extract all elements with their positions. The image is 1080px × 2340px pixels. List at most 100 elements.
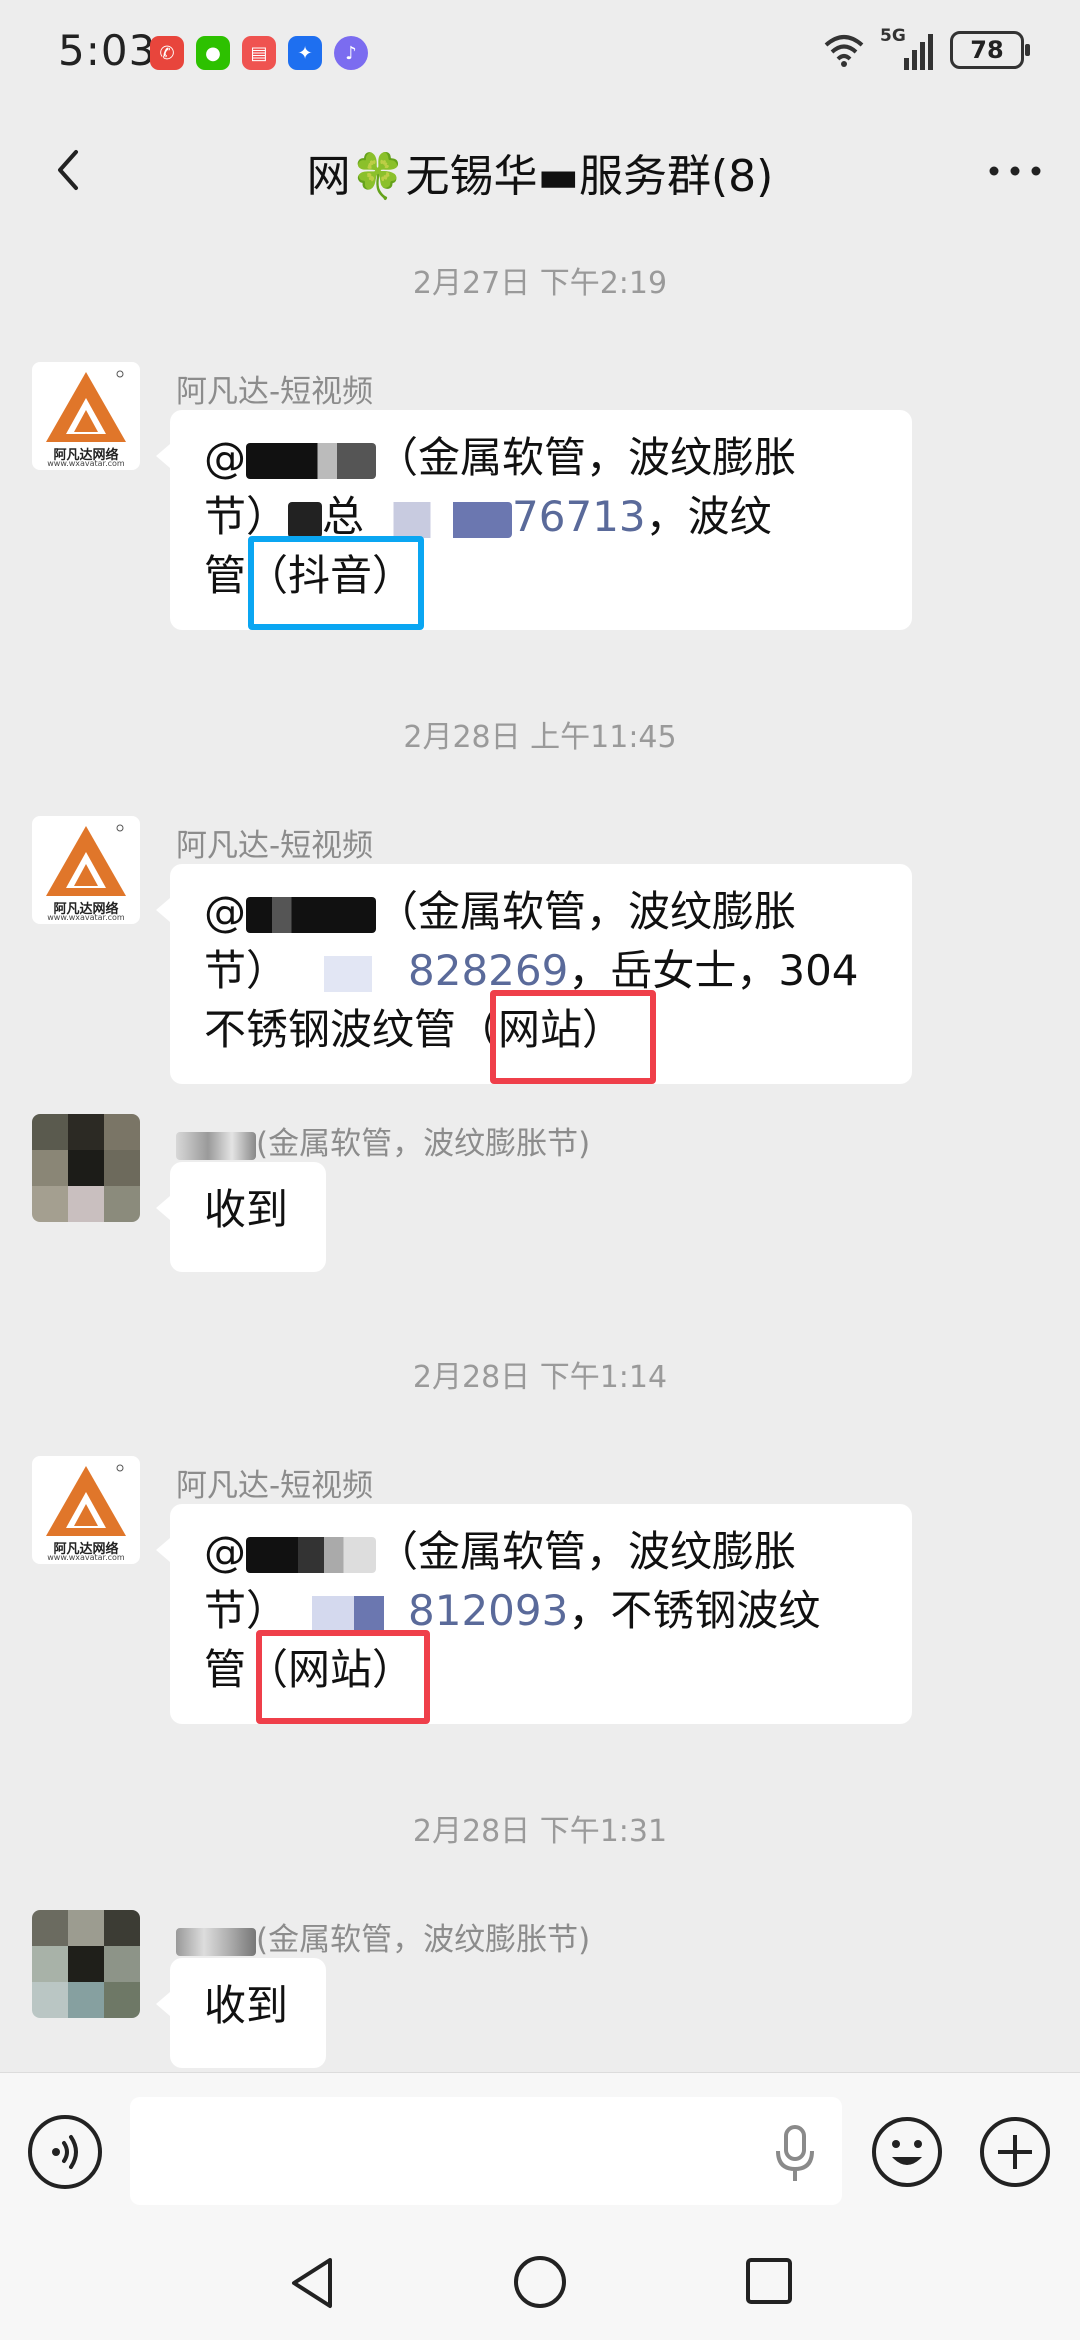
logo-url: www.wxavatar.com [47, 1553, 125, 1562]
message-timestamp: 2月28日 下午1:31 [412, 1814, 668, 1849]
chat-header: 网🍀无锡华▬服务群(8) [0, 110, 1080, 232]
message-text: 收到 [204, 1185, 289, 1234]
text-fragment: 节） [204, 946, 289, 995]
message-bubble[interactable]: 收到 [156, 1162, 326, 1272]
cellular-signal-icon: 5G [880, 26, 936, 70]
message-timestamp: 2月28日 上午11:45 [403, 720, 677, 755]
redacted-phone [288, 1595, 409, 1632]
avatar[interactable]: 阿凡达网络 www.wxavatar.com [32, 816, 140, 924]
message-line: 节） 828269，岳女士，304 [204, 941, 878, 1000]
redacted-name [246, 1536, 376, 1573]
nav-home-icon[interactable] [512, 2254, 568, 2310]
text-fragment: 总 [322, 492, 365, 541]
avatar-logo-icon [46, 1464, 126, 1536]
avatar[interactable]: 阿凡达网络 www.wxavatar.com [32, 1456, 140, 1564]
message-line: @ （金属软管，波纹膨胀 [204, 882, 878, 941]
chat-title: 网🍀无锡华▬服务群(8) [306, 151, 774, 202]
message-bubble[interactable]: 收到 [156, 1958, 326, 2068]
text-fragment: ，波纹 [645, 492, 772, 541]
text-fragment: 节） [204, 1586, 289, 1635]
notification-icons: ✆ ● ▤ ✦ ♪ [150, 36, 368, 70]
battery-icon: 78 [950, 31, 1030, 69]
text-fragment: 管 [204, 551, 247, 600]
chat-input-bar [0, 2072, 1080, 2228]
redacted-phone [288, 955, 409, 992]
redacted-phone [364, 501, 513, 538]
microphone-icon[interactable] [772, 2125, 818, 2183]
message-timestamp: 2月28日 下午1:14 [412, 1360, 668, 1395]
wechat-icon: ● [196, 36, 230, 70]
avatar[interactable] [32, 1114, 140, 1222]
phone-number-link[interactable]: 76713 [512, 492, 646, 541]
logo-url: www.wxavatar.com [47, 459, 125, 468]
message-line: @ （金属软管，波纹膨胀 [204, 428, 878, 487]
nav-back-icon[interactable] [284, 2254, 340, 2312]
message-line: 节） 总 76713，波纹 [204, 487, 878, 546]
message-line: @ （金属软管，波纹膨胀 [204, 1522, 878, 1581]
add-attachment-icon[interactable] [978, 2115, 1052, 2189]
network-type: 5G [880, 26, 906, 46]
redacted-name [288, 501, 323, 538]
message-line: 管（网站） [204, 1640, 878, 1699]
text-fragment: 管 [204, 1645, 247, 1694]
text-fragment: @ [204, 887, 246, 936]
redacted-name [176, 1927, 256, 1956]
redacted-name [176, 1131, 256, 1160]
message-line: 不锈钢波纹管（网站） [204, 1000, 878, 1059]
sender-name: 阿凡达-短视频 [176, 1468, 374, 1504]
logo-url: www.wxavatar.com [47, 913, 125, 922]
emoji-icon[interactable] [870, 2115, 944, 2189]
message-input[interactable] [130, 2097, 842, 2205]
wifi-icon [824, 35, 864, 67]
text-fragment: 不锈钢波纹管 [204, 1005, 457, 1054]
text-fragment: ，不锈钢波纹 [568, 1586, 821, 1635]
status-time: 5:03 [58, 26, 157, 75]
message-bubble[interactable]: @ （金属软管，波纹膨胀 节） 总 76713，波纹 管（抖音） [156, 410, 912, 630]
message-text: 收到 [204, 1981, 289, 2030]
text-fragment: （金属软管，波纹膨胀 [376, 433, 797, 482]
text-fragment: @ [204, 1527, 246, 1576]
pixelated-avatar [32, 1910, 140, 2018]
message-timestamp: 2月27日 下午2:19 [412, 266, 668, 301]
source-tag: （网站） [246, 1645, 415, 1694]
avatar-logo-icon [46, 824, 126, 896]
source-tag: （网站） [456, 1005, 625, 1054]
voice-icon [52, 2135, 78, 2169]
message-line: 节） 812093，不锈钢波纹 [204, 1581, 878, 1640]
sender-name: (金属软管，波纹膨胀节) [176, 1914, 590, 1959]
text-fragment: （金属软管，波纹膨胀 [376, 887, 797, 936]
system-nav-bar [0, 2228, 1080, 2340]
music-icon: ♪ [334, 36, 368, 70]
avatar[interactable] [32, 1910, 140, 2018]
pixelated-avatar [32, 1114, 140, 1222]
redacted-name [246, 442, 376, 479]
text-fragment: （金属软管，波纹膨胀 [376, 1527, 797, 1576]
phone-number-link[interactable]: 812093 [408, 1586, 568, 1635]
nav-recent-apps-icon[interactable] [744, 2256, 794, 2306]
voice-toggle-button[interactable] [28, 2115, 102, 2189]
sender-company: (金属软管，波纹膨胀节) [256, 1126, 591, 1162]
more-options-icon[interactable] [980, 148, 1050, 194]
avatar[interactable]: 阿凡达网络 www.wxavatar.com [32, 362, 140, 470]
sender-name: 阿凡达-短视频 [176, 374, 374, 410]
battery-level: 78 [970, 36, 1004, 64]
sender-company: (金属软管，波纹膨胀节) [256, 1922, 591, 1958]
redacted-name [246, 896, 376, 933]
avatar-logo-icon [46, 370, 126, 442]
message-line: 管（抖音） [204, 546, 878, 605]
system-indicators: 5G 78 [822, 26, 1030, 70]
tips-icon: ✦ [288, 36, 322, 70]
message-bubble[interactable]: @ （金属软管，波纹膨胀 节） 828269，岳女士，304 不锈钢波纹管（网站） [156, 864, 912, 1084]
source-tag: （抖音） [246, 551, 415, 600]
missed-call-icon: ✆ [150, 36, 184, 70]
status-bar: 5:03 ✆ ● ▤ ✦ ♪ 5G 78 [0, 0, 1080, 110]
sender-name: 阿凡达-短视频 [176, 828, 374, 864]
message-bubble[interactable]: @ （金属软管，波纹膨胀 节） 812093，不锈钢波纹 管（网站） [156, 1504, 912, 1724]
text-fragment: ，岳女士，304 [568, 946, 859, 995]
back-arrow-icon[interactable] [40, 140, 100, 200]
reader-icon: ▤ [242, 36, 276, 70]
phone-number-link[interactable]: 828269 [408, 946, 568, 995]
text-fragment: 节） [204, 492, 289, 541]
text-fragment: @ [204, 433, 246, 482]
sender-name: (金属软管，波纹膨胀节) [176, 1118, 590, 1163]
